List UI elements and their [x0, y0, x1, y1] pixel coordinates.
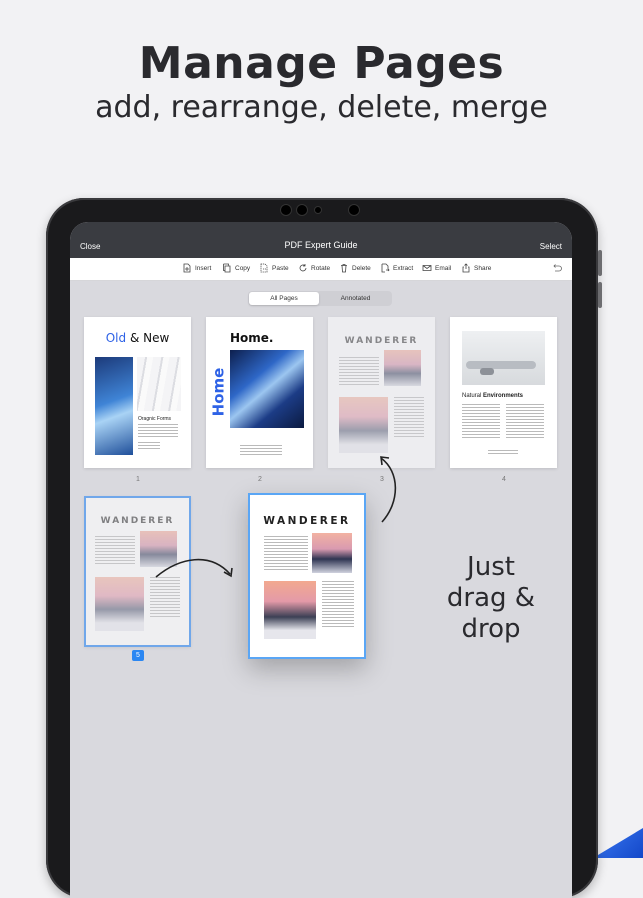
camera-sensor — [348, 204, 360, 216]
drag-and-drop-hint: Just drag & drop — [421, 552, 561, 645]
camera-lens — [314, 206, 322, 214]
camera-sensor — [280, 204, 292, 216]
corner-accent — [593, 828, 643, 858]
volume-down-button — [598, 282, 602, 308]
arrow-to-slot-3 — [380, 457, 397, 523]
arrow-to-drop-target — [155, 558, 231, 578]
promo-title: Manage Pages — [138, 38, 505, 89]
promo-subtitle: add, rearrange, delete, merge — [95, 90, 548, 125]
drag-hint-line-1: Just — [467, 552, 515, 582]
ipad-device: Close PDF Expert Guide Select Insert Cop… — [46, 198, 602, 898]
drag-hint-line-3: drop — [461, 614, 521, 644]
camera-sensor — [296, 204, 308, 216]
drag-hint-line-2: drag & — [446, 583, 536, 613]
app-screen: Close PDF Expert Guide Select Insert Cop… — [70, 222, 572, 898]
volume-up-button — [598, 250, 602, 276]
